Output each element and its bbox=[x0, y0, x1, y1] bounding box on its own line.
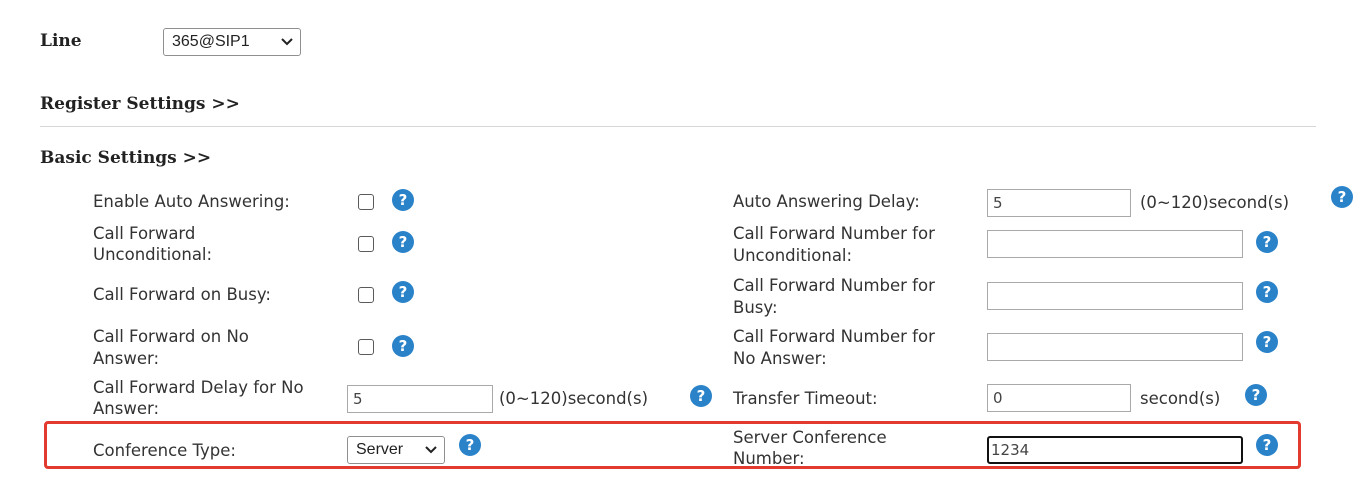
cf-no-answer-label-line2: Answer: bbox=[93, 349, 160, 368]
transfer-timeout-input[interactable]: 0 bbox=[987, 384, 1131, 412]
help-icon[interactable]: ? bbox=[392, 189, 414, 211]
cf-number-unconditional-label-line2: Unconditional: bbox=[733, 246, 853, 265]
auto-answer-checkbox[interactable] bbox=[358, 194, 374, 210]
cf-unconditional-checkbox[interactable] bbox=[358, 236, 374, 252]
cf-unconditional-label-line1: Call Forward bbox=[93, 224, 196, 243]
conference-type-label: Conference Type: bbox=[93, 441, 236, 460]
cf-busy-label: Call Forward on Busy: bbox=[93, 285, 271, 304]
cf-number-unconditional-input[interactable] bbox=[987, 230, 1243, 258]
server-conference-number-input[interactable]: 1234 bbox=[987, 436, 1243, 464]
auto-answer-delay-unit: (0~120)second(s) bbox=[1140, 193, 1290, 212]
help-icon[interactable]: ? bbox=[392, 335, 414, 357]
cf-no-answer-label-line1: Call Forward on No bbox=[93, 327, 249, 346]
cf-unconditional-label-line2: Unconditional: bbox=[93, 245, 213, 264]
chevron-down-icon bbox=[425, 446, 437, 454]
cf-delay-input[interactable]: 5 bbox=[347, 385, 493, 413]
cf-delay-label-line2: Answer: bbox=[93, 399, 160, 418]
server-conference-number-label-line1: Server Conference bbox=[733, 428, 887, 447]
cf-delay-label-line1: Call Forward Delay for No bbox=[93, 378, 304, 397]
cf-delay-unit: (0~120)second(s) bbox=[499, 389, 649, 408]
help-icon[interactable]: ? bbox=[392, 281, 414, 303]
help-icon[interactable]: ? bbox=[1256, 434, 1278, 456]
help-icon[interactable]: ? bbox=[690, 385, 712, 407]
cf-number-busy-label-line1: Call Forward Number for bbox=[733, 276, 935, 295]
transfer-timeout-unit: second(s) bbox=[1140, 389, 1221, 408]
cf-number-busy-label-line2: Busy: bbox=[733, 298, 778, 317]
chevron-down-icon bbox=[281, 38, 293, 46]
help-icon[interactable]: ? bbox=[1331, 186, 1353, 208]
server-conference-number-label-line2: Number: bbox=[733, 449, 805, 467]
line-label: Line bbox=[40, 31, 82, 51]
auto-answer-delay-input[interactable]: 5 bbox=[987, 189, 1131, 217]
section-divider bbox=[40, 126, 1316, 127]
cf-busy-checkbox[interactable] bbox=[358, 287, 374, 303]
line-select[interactable]: 365@SIP1 bbox=[163, 28, 301, 56]
help-icon[interactable]: ? bbox=[1245, 384, 1267, 406]
cf-number-no-answer-input[interactable] bbox=[987, 333, 1243, 361]
cf-number-unconditional-label-line1: Call Forward Number for bbox=[733, 224, 935, 243]
help-icon[interactable]: ? bbox=[1256, 281, 1278, 303]
cf-number-busy-input[interactable] bbox=[987, 282, 1243, 310]
conference-type-value: Server bbox=[356, 441, 404, 458]
register-settings-link[interactable]: Register Settings >> bbox=[40, 94, 240, 114]
cf-no-answer-checkbox[interactable] bbox=[358, 339, 374, 355]
basic-settings-link[interactable]: Basic Settings >> bbox=[40, 148, 211, 168]
auto-answer-label: Enable Auto Answering: bbox=[93, 192, 290, 211]
help-icon[interactable]: ? bbox=[1256, 331, 1278, 353]
help-icon[interactable]: ? bbox=[392, 231, 414, 253]
cf-number-no-answer-label-line1: Call Forward Number for bbox=[733, 327, 935, 346]
line-select-value: 365@SIP1 bbox=[172, 33, 250, 50]
cf-number-no-answer-label-line2: No Answer: bbox=[733, 349, 827, 368]
help-icon[interactable]: ? bbox=[1256, 231, 1278, 253]
auto-answer-delay-label: Auto Answering Delay: bbox=[733, 192, 920, 211]
conference-type-select[interactable]: Server bbox=[347, 436, 445, 464]
transfer-timeout-label: Transfer Timeout: bbox=[733, 389, 878, 408]
help-icon[interactable]: ? bbox=[459, 434, 481, 456]
